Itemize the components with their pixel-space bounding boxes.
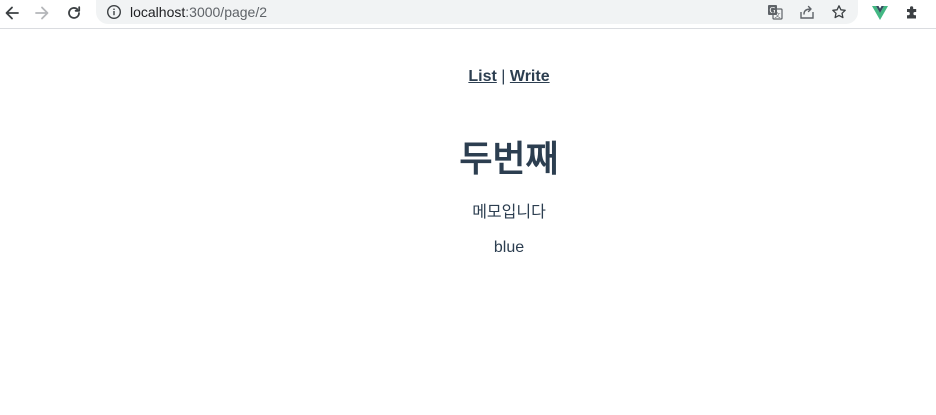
info-icon[interactable]: [106, 4, 122, 20]
vue-icon: [872, 6, 888, 20]
share-icon: [800, 5, 814, 19]
list-link[interactable]: List: [468, 68, 496, 85]
vue-devtools-button[interactable]: [868, 2, 892, 24]
extensions-button[interactable]: [900, 2, 924, 24]
share-button[interactable]: [798, 3, 816, 21]
browser-toolbar: localhost:3000/page/2 G 文: [0, 0, 936, 29]
reload-button[interactable]: [62, 2, 86, 24]
translate-button[interactable]: G 文: [766, 3, 784, 21]
reload-icon: [68, 6, 81, 19]
bookmark-button[interactable]: [830, 3, 848, 21]
url-host: localhost: [130, 4, 186, 20]
address-bar[interactable]: localhost:3000/page/2 G 文: [96, 0, 858, 24]
back-button[interactable]: [0, 2, 24, 24]
page-content: List | Write 두번째 메모입니다 blue: [0, 30, 936, 415]
forward-button[interactable]: [30, 2, 54, 24]
memo-title: 두번째: [459, 138, 559, 179]
nav-separator: |: [501, 68, 506, 85]
translate-icon: G 文: [768, 5, 783, 20]
url-text[interactable]: localhost:3000/page/2: [130, 4, 267, 20]
arrow-left-icon: [5, 6, 19, 20]
star-icon: [832, 5, 846, 19]
url-path: :3000/page/2: [185, 4, 268, 20]
memo-color: blue: [493, 239, 525, 256]
write-link[interactable]: Write: [510, 68, 550, 85]
arrow-right-icon: [35, 6, 49, 20]
puzzle-icon: [907, 6, 917, 19]
nav-bar: List | Write: [0, 67, 936, 87]
memo-content: 메모입니다: [472, 204, 546, 221]
svg-text:文: 文: [774, 12, 780, 20]
